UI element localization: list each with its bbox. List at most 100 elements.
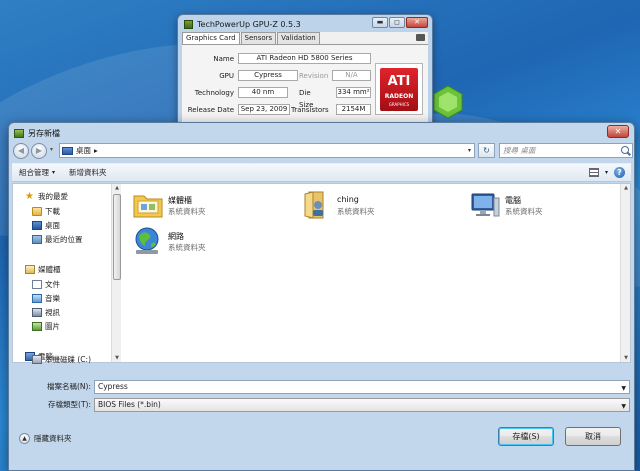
- view-controls: ▾ ?: [588, 167, 625, 178]
- sidebar-item-label: 桌面: [45, 221, 60, 230]
- gpuz-graphics-panel: Name ATI Radeon HD 5800 Series GPU Cypre…: [182, 44, 428, 128]
- music-icon: [32, 294, 42, 303]
- sidebar-item-music[interactable]: 音樂: [32, 292, 60, 305]
- sidebar-item-favorites[interactable]: ★ 我的最愛: [25, 190, 68, 203]
- file-type: 系統資料夾: [337, 207, 375, 216]
- organize-button[interactable]: 組合管理 ▾: [12, 167, 62, 178]
- breadcrumb-desktop[interactable]: 桌面: [76, 145, 91, 156]
- gpuz-close-button[interactable]: ✕: [406, 17, 428, 28]
- downloads-folder-icon: [32, 207, 42, 216]
- sidebar-item-label: 文件: [45, 280, 60, 289]
- gpuz-minimize-button[interactable]: ▬: [372, 17, 388, 28]
- filetype-select[interactable]: BIOS Files (*.bin) ▼: [94, 398, 630, 412]
- view-dropdown-icon[interactable]: ▾: [605, 169, 608, 176]
- network-globe-icon: [135, 227, 159, 254]
- libraries-folder-icon: [133, 195, 163, 218]
- tab-validation[interactable]: Validation: [277, 32, 320, 44]
- filename-value: Cypress: [98, 382, 128, 391]
- sidebar-item-label: 我的最愛: [38, 192, 68, 201]
- command-bar: 組合管理 ▾ 新增資料夾 ▾ ?: [12, 163, 631, 182]
- address-bar[interactable]: 桌面 ▸ ▾: [59, 143, 475, 158]
- scroll-down-icon[interactable]: ▼: [113, 354, 121, 362]
- organize-label: 組合管理: [19, 168, 49, 177]
- sidebar-item-label: 音樂: [45, 294, 60, 303]
- list-item[interactable]: 媒體櫃 系統資料夾: [132, 190, 302, 222]
- navigation-scroll-thumb[interactable]: [113, 194, 121, 280]
- technology-label: Technology: [194, 89, 234, 97]
- sidebar-item-videos[interactable]: 視訊: [32, 306, 60, 319]
- save-as-dialog: 另存新檔 ✕ ◀ ▶ ▾ 桌面 ▸ ▾ ↻ 搜尋 桌面 組合管理 ▾ 新增資料夾…: [8, 122, 635, 471]
- scroll-up-icon[interactable]: ▲: [622, 184, 630, 192]
- back-button[interactable]: ◀: [13, 143, 29, 159]
- change-view-icon[interactable]: [588, 168, 599, 177]
- navigation-pane: ★ 我的最愛 下載 桌面 最近的位置 媒體櫃 文件 音樂 視訊 圖片 電腦 本機…: [13, 184, 111, 364]
- filename-row: 檔案名稱(N): Cypress ▼: [12, 380, 631, 394]
- gpuz-window-controls: ▬ ◻ ✕: [372, 17, 428, 28]
- sidebar-item-downloads[interactable]: 下載: [32, 205, 60, 218]
- browser-panel: ★ 我的最愛 下載 桌面 最近的位置 媒體櫃 文件 音樂 視訊 圖片 電腦 本機…: [12, 183, 631, 364]
- dialog-title: 另存新檔: [28, 128, 60, 138]
- help-icon[interactable]: ?: [614, 167, 625, 178]
- transistors-label: Transistors: [291, 106, 329, 114]
- list-item[interactable]: 網路 系統資料夾: [132, 226, 302, 258]
- revision-label: Revision: [299, 72, 329, 80]
- gpuz-restore-button[interactable]: ◻: [389, 17, 405, 28]
- file-list-scrollbar[interactable]: ▲ ▼: [620, 184, 630, 362]
- search-input[interactable]: 搜尋 桌面: [499, 143, 633, 158]
- sidebar-item-desktop[interactable]: 桌面: [32, 219, 60, 232]
- file-type: 系統資料夾: [505, 207, 543, 216]
- forward-button[interactable]: ▶: [31, 143, 47, 159]
- filetype-label: 存檔類型(T):: [48, 400, 91, 409]
- gpu-label: GPU: [219, 72, 234, 80]
- sidebar-item-label: 媒體櫃: [38, 265, 61, 274]
- camera-icon[interactable]: [416, 34, 425, 41]
- refresh-button[interactable]: ↻: [478, 143, 495, 158]
- file-type: 系統資料夾: [168, 243, 206, 252]
- new-folder-button[interactable]: 新增資料夾: [62, 167, 114, 178]
- sidebar-item-label: 圖片: [45, 322, 60, 331]
- revision-value: N/A: [332, 70, 371, 81]
- transistors-value: 2154M: [336, 104, 371, 115]
- list-item[interactable]: ching 系統資料夾: [301, 190, 471, 222]
- scroll-down-icon[interactable]: ▼: [622, 354, 630, 362]
- gpuz-body: Graphics Card Sensors Validation Name AT…: [182, 32, 428, 128]
- release-date-value: Sep 23, 2009: [238, 104, 290, 115]
- tab-sensors[interactable]: Sensors: [240, 32, 277, 44]
- logo-tag: GRAPHICS: [388, 102, 410, 107]
- dialog-title-bar[interactable]: 另存新檔: [14, 126, 60, 140]
- recent-pages-dropdown[interactable]: ▾: [50, 146, 53, 153]
- sidebar-item-documents[interactable]: 文件: [32, 278, 60, 291]
- name-value: ATI Radeon HD 5800 Series: [238, 53, 371, 64]
- dialog-close-button[interactable]: ✕: [607, 125, 629, 138]
- address-dropdown-icon[interactable]: ▾: [468, 147, 471, 154]
- cancel-button[interactable]: 取消: [565, 427, 621, 446]
- breadcrumb-chevron-icon[interactable]: ▸: [94, 146, 98, 155]
- organize-dropdown-icon: ▾: [52, 169, 56, 176]
- list-item[interactable]: 電腦 系統資料夾: [469, 190, 639, 222]
- file-type: 系統資料夾: [168, 207, 206, 216]
- gpuz-app-icon: [184, 19, 193, 29]
- search-icon[interactable]: [621, 146, 629, 154]
- sidebar-item-pictures[interactable]: 圖片: [32, 320, 60, 333]
- user-folder-icon: [304, 191, 324, 219]
- desktop-location-icon: [62, 146, 73, 155]
- documents-icon: [32, 280, 42, 289]
- save-button[interactable]: 存檔(S): [498, 427, 554, 446]
- recent-places-icon: [32, 235, 42, 244]
- scroll-up-icon[interactable]: ▲: [113, 184, 121, 192]
- filename-input[interactable]: Cypress ▼: [94, 380, 630, 394]
- videos-icon: [32, 308, 42, 317]
- sidebar-item-libraries[interactable]: 媒體櫃: [25, 263, 61, 276]
- address-bar-row: ◀ ▶ ▾ 桌面 ▸ ▾ ↻ 搜尋 桌面: [12, 141, 633, 161]
- filetype-dropdown-icon[interactable]: ▼: [621, 401, 626, 413]
- sidebar-item-recent-places[interactable]: 最近的位置: [32, 233, 83, 246]
- gpuz-title-bar[interactable]: TechPowerUp GPU-Z 0.5.3: [184, 17, 301, 31]
- filename-dropdown-icon[interactable]: ▼: [621, 383, 626, 395]
- pictures-icon: [32, 322, 42, 331]
- dialog-app-icon: [14, 128, 24, 138]
- desktop-gadget-icon[interactable]: [430, 84, 466, 120]
- navigation-scrollbar[interactable]: ▲ ▼: [111, 184, 121, 362]
- computer-icon: [471, 193, 500, 217]
- hide-folders-toggle[interactable]: ▲ 隱藏資料夾: [19, 433, 72, 444]
- collapse-up-icon: ▲: [19, 433, 30, 444]
